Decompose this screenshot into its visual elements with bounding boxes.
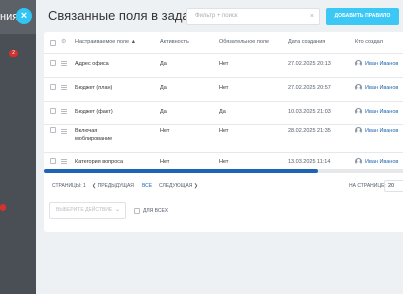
add-rule-button[interactable]: ДОБАВИТЬ ПРАВИЛО <box>326 8 399 25</box>
author-name[interactable]: Иван Иванов <box>365 85 398 91</box>
created-date: 27.02.2025 20:57 <box>288 85 331 91</box>
column-header-author[interactable]: Кто создал <box>355 39 383 45</box>
column-header-required[interactable]: Обязательное поле <box>219 39 269 45</box>
menu-icon[interactable] <box>61 85 67 90</box>
pagination-bar: СТРАНИЦЫ: 1 ❮ ПРЕДЫДУЩАЯ ВСЕ СЛЕДУЮЩАЯ ❯… <box>44 180 403 192</box>
row-checkbox[interactable] <box>50 158 56 164</box>
prev-page-link[interactable]: ❮ ПРЕДЫДУЩАЯ <box>92 183 134 189</box>
table-header: ⚙ Настраиваемое поле ▲ Активность Обязат… <box>44 32 403 54</box>
next-page-link[interactable]: СЛЕДУЮЩАЯ ❯ <box>159 183 198 189</box>
table-row[interactable]: Адрес офиса Да Нет 27.02.2025 20:13 Иван… <box>44 54 403 78</box>
column-header-field[interactable]: Настраиваемое поле ▲ <box>75 39 136 45</box>
search-input[interactable]: Фильтр + поиск × <box>186 8 320 25</box>
action-select-placeholder: ВЫБЕРИТЕ ДЕЙСТВИЕ <box>56 207 113 213</box>
active-value: Нет <box>160 128 170 134</box>
chevron-right-icon: ❯ <box>193 183 198 189</box>
field-name: Бюджет (факт) <box>75 109 113 115</box>
required-value: Нет <box>219 128 229 134</box>
close-icon: × <box>20 10 28 22</box>
field-name: Бюджет (план) <box>75 85 113 91</box>
gear-icon[interactable]: ⚙ <box>61 38 66 45</box>
search-placeholder: Фильтр + поиск <box>195 13 238 19</box>
field-name: Категория вопроса <box>75 159 124 165</box>
required-value: Да <box>219 109 226 115</box>
per-page-select[interactable]: 20 <box>384 180 403 192</box>
for-all-checkbox[interactable] <box>134 208 140 214</box>
menu-icon[interactable] <box>61 129 67 134</box>
active-value: Нет <box>160 159 170 165</box>
chevron-left-icon: ❮ <box>92 183 97 189</box>
slider-panel: Связанные поля в задачах Фильтр + поиск … <box>36 0 403 294</box>
required-value: Нет <box>219 159 229 165</box>
action-select[interactable]: ВЫБЕРИТЕ ДЕЙСТВИЕ ⌄ <box>49 202 126 219</box>
table-row[interactable]: Категория вопроса Нет Нет 13.03.2025 11:… <box>44 153 403 177</box>
for-all-label: ДЛЯ ВСЕХ <box>143 208 169 214</box>
background-badge-2 <box>0 204 6 211</box>
user-avatar-icon <box>355 84 362 91</box>
row-checkbox[interactable] <box>50 127 56 133</box>
table-row[interactable]: Включая моблирование Нет Нет 28.02.2025 … <box>44 125 403 153</box>
row-checkbox[interactable] <box>50 60 56 66</box>
table-row[interactable]: Бюджет (план) Да Нет 27.02.2025 20:57 Ив… <box>44 78 403 102</box>
table-row[interactable]: Бюджет (факт) Да Да 10.03.2025 21:03 Ива… <box>44 102 403 125</box>
per-page-label: НА СТРАНИЦЕ: <box>349 183 386 189</box>
author-name[interactable]: Иван Иванов <box>365 61 398 67</box>
select-all-checkbox[interactable] <box>50 40 56 46</box>
created-date: 28.02.2025 21:35 <box>288 128 331 134</box>
chevron-down-icon: ⌄ <box>114 207 120 213</box>
field-name: Адрес офиса <box>75 61 109 67</box>
column-header-active[interactable]: Активность <box>160 39 189 45</box>
created-date: 13.03.2025 11:14 <box>288 159 331 165</box>
user-avatar-icon <box>355 158 362 165</box>
menu-icon[interactable] <box>61 159 67 164</box>
menu-icon[interactable] <box>61 61 67 66</box>
column-header-date[interactable]: Дата создания <box>288 39 325 45</box>
created-date: 27.02.2025 20:13 <box>288 61 331 67</box>
active-value: Да <box>160 85 167 91</box>
user-avatar-icon <box>355 60 362 67</box>
background-badge: 2 <box>9 50 18 57</box>
required-value: Нет <box>219 85 229 91</box>
required-value: Нет <box>219 61 229 67</box>
author-name[interactable]: Иван Иванов <box>365 128 398 134</box>
user-avatar-icon <box>355 108 362 115</box>
row-checkbox[interactable] <box>50 108 56 114</box>
active-value: Да <box>160 61 167 67</box>
close-panel-button[interactable]: × <box>16 8 32 24</box>
horizontal-scrollbar-thumb[interactable] <box>44 169 318 173</box>
clear-search-icon[interactable]: × <box>310 9 314 24</box>
row-checkbox[interactable] <box>50 84 56 90</box>
field-name-line2: моблирование <box>75 136 113 142</box>
created-date: 10.03.2025 21:03 <box>288 109 331 115</box>
author-name[interactable]: Иван Иванов <box>365 109 398 115</box>
field-name: Включая <box>75 128 98 134</box>
sort-up-icon: ▲ <box>130 39 137 45</box>
menu-icon[interactable] <box>61 109 67 114</box>
active-value: Да <box>160 109 167 115</box>
user-avatar-icon <box>355 127 362 134</box>
author-name[interactable]: Иван Иванов <box>365 159 398 165</box>
pages-label: СТРАНИЦЫ: 1 <box>52 183 86 189</box>
all-pages-link[interactable]: ВСЕ <box>142 183 152 189</box>
